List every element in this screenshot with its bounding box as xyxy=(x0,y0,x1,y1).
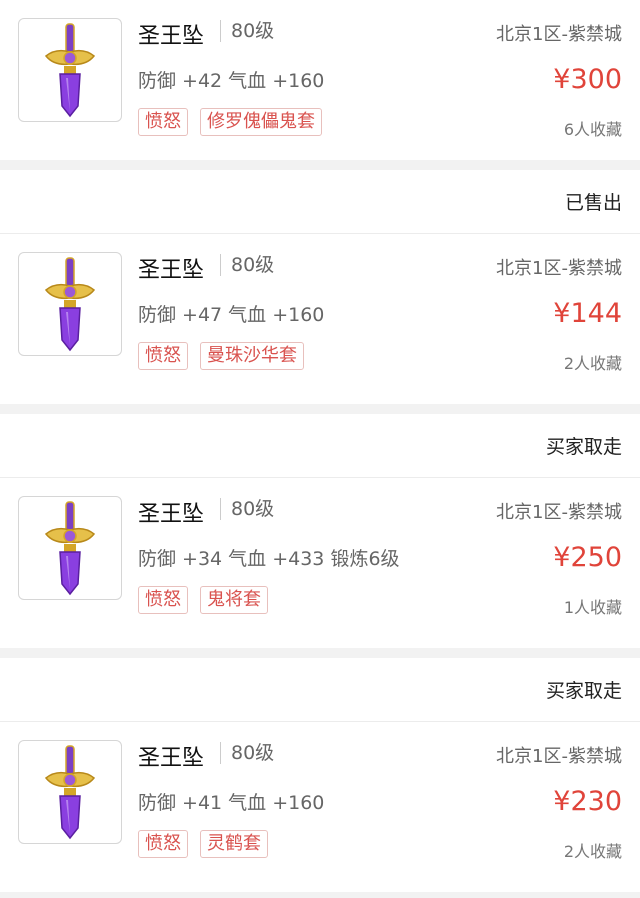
listing-card[interactable]: 已售出 圣王坠 80级 防御 +47 气血 +160 愤怒 曼珠沙华套 北京1区… xyxy=(0,170,640,404)
listing-item[interactable]: 圣王坠 80级 防御 +34 气血 +433 锻炼6级 愤怒 鬼将套 北京1区-… xyxy=(0,478,640,638)
item-tags: 愤怒 灵鹤套 xyxy=(138,830,268,858)
item-level: 80级 xyxy=(220,742,274,764)
item-tag: 愤怒 xyxy=(138,586,188,614)
purple-sword-pendant-icon xyxy=(44,745,96,840)
order-status: 买家取走 xyxy=(0,658,640,722)
server-name: 北京1区-紫禁城 xyxy=(496,24,622,45)
purple-sword-pendant-icon xyxy=(44,257,96,352)
item-price: ¥250 xyxy=(553,542,622,573)
purple-sword-pendant-icon xyxy=(44,501,96,596)
item-tag: 灵鹤套 xyxy=(200,830,268,858)
item-price: ¥144 xyxy=(553,298,622,329)
listing-card[interactable]: 圣王坠 80级 防御 +42 气血 +160 愤怒 修罗傀儡鬼套 北京1区-紫禁… xyxy=(0,0,640,160)
item-name: 圣王坠 xyxy=(138,502,205,527)
order-status: 买家取走 xyxy=(0,414,640,478)
item-tag: 愤怒 xyxy=(138,108,188,136)
item-name: 圣王坠 xyxy=(138,24,205,49)
favorites-count: 2人收藏 xyxy=(563,842,622,861)
favorites-count: 1人收藏 xyxy=(563,598,622,617)
server-name: 北京1区-紫禁城 xyxy=(496,502,622,523)
listing-card[interactable]: 买家取走 圣王坠 80级 防御 +41 气血 +160 愤怒 灵鹤套 北京1区-… xyxy=(0,658,640,892)
listing-page: 圣王坠 80级 防御 +42 气血 +160 愤怒 修罗傀儡鬼套 北京1区-紫禁… xyxy=(0,0,640,898)
item-thumbnail[interactable] xyxy=(18,18,122,122)
item-tag: 曼珠沙华套 xyxy=(200,342,304,370)
favorites-count: 2人收藏 xyxy=(563,354,622,373)
listing-card[interactable]: 买家取走 圣王坠 80级 防御 +34 气血 +433 锻炼6级 愤怒 鬼将套 … xyxy=(0,414,640,648)
item-level: 80级 xyxy=(220,498,274,520)
item-level: 80级 xyxy=(220,20,274,42)
item-thumbnail[interactable] xyxy=(18,252,122,356)
item-stats: 防御 +42 气血 +160 xyxy=(138,70,325,92)
purple-sword-pendant-icon xyxy=(44,23,96,118)
item-name: 圣王坠 xyxy=(138,746,205,771)
server-name: 北京1区-紫禁城 xyxy=(496,258,622,279)
item-stats: 防御 +34 气血 +433 锻炼6级 xyxy=(138,548,400,570)
item-thumbnail[interactable] xyxy=(18,740,122,844)
item-stats: 防御 +47 气血 +160 xyxy=(138,304,325,326)
listing-item[interactable]: 圣王坠 80级 防御 +47 气血 +160 愤怒 曼珠沙华套 北京1区-紫禁城… xyxy=(0,234,640,394)
listing-item[interactable]: 圣王坠 80级 防御 +41 气血 +160 愤怒 灵鹤套 北京1区-紫禁城 ¥… xyxy=(0,722,640,882)
item-thumbnail[interactable] xyxy=(18,496,122,600)
item-tag: 愤怒 xyxy=(138,830,188,858)
item-tags: 愤怒 鬼将套 xyxy=(138,586,268,614)
favorites-count: 6人收藏 xyxy=(563,120,622,139)
order-status: 已售出 xyxy=(0,170,640,234)
item-tags: 愤怒 修罗傀儡鬼套 xyxy=(138,108,322,136)
item-name: 圣王坠 xyxy=(138,258,205,283)
item-tags: 愤怒 曼珠沙华套 xyxy=(138,342,304,370)
server-name: 北京1区-紫禁城 xyxy=(496,746,622,767)
item-stats: 防御 +41 气血 +160 xyxy=(138,792,325,814)
item-price: ¥230 xyxy=(553,786,622,817)
item-tag: 愤怒 xyxy=(138,342,188,370)
item-tag: 鬼将套 xyxy=(200,586,268,614)
item-price: ¥300 xyxy=(553,64,622,95)
item-level: 80级 xyxy=(220,254,274,276)
item-tag: 修罗傀儡鬼套 xyxy=(200,108,322,136)
listing-item[interactable]: 圣王坠 80级 防御 +42 气血 +160 愤怒 修罗傀儡鬼套 北京1区-紫禁… xyxy=(0,0,640,160)
